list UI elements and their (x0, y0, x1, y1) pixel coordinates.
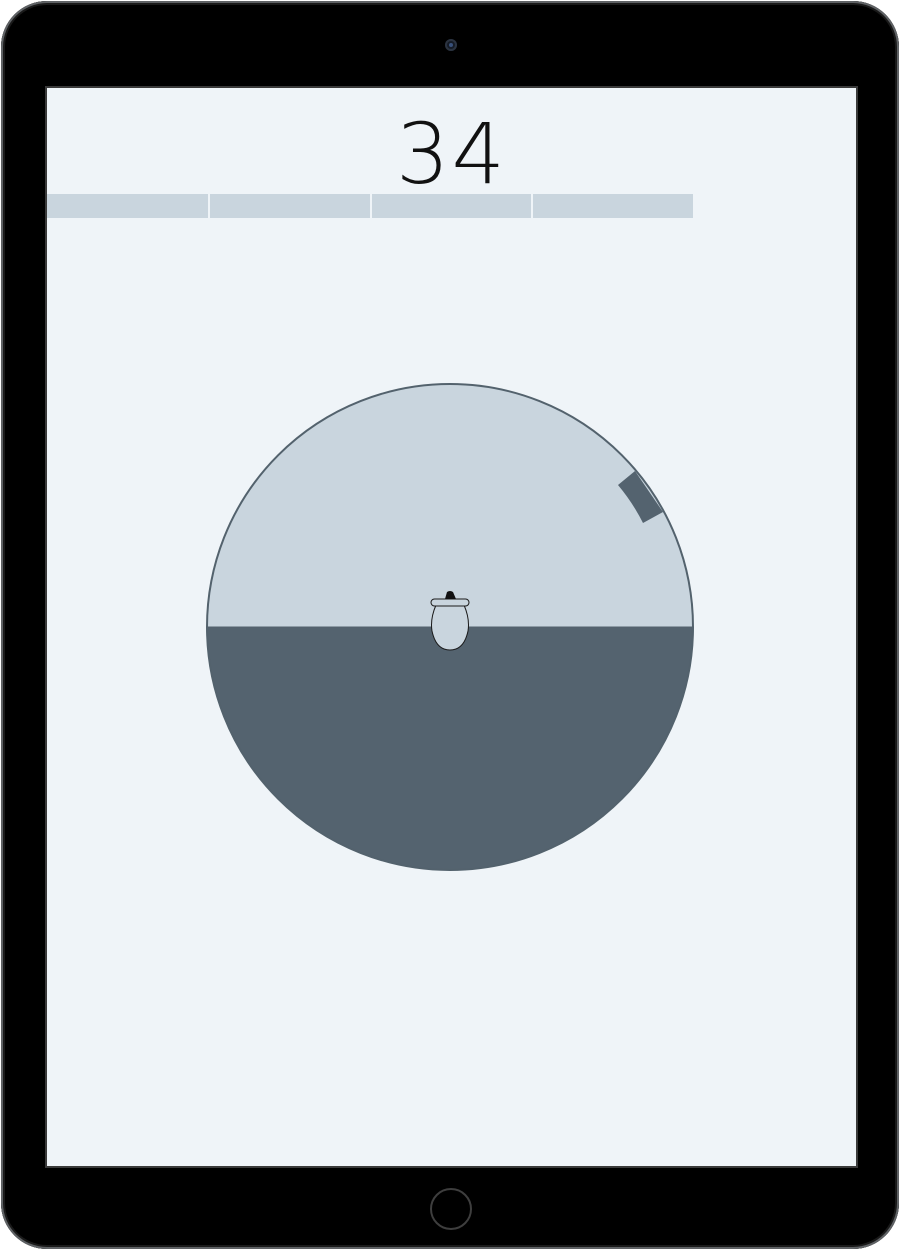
front-camera (445, 39, 457, 51)
progress-segment (372, 194, 531, 218)
tablet-device-frame: 34 (1, 1, 899, 1249)
ghost-with-hat-icon[interactable] (430, 591, 470, 651)
board-bottom-half (207, 627, 693, 870)
ghost-body (431, 604, 469, 651)
home-button[interactable] (430, 1188, 472, 1230)
score-display: 34 (396, 105, 507, 203)
level-progress-bar (47, 194, 856, 218)
circular-game-board[interactable] (205, 382, 695, 872)
progress-segment (47, 194, 208, 218)
game-screen[interactable]: 34 (47, 88, 856, 1166)
board-top-half (207, 384, 693, 627)
progress-segment (210, 194, 370, 218)
hat-brim (430, 598, 470, 607)
progress-segment (533, 194, 693, 218)
